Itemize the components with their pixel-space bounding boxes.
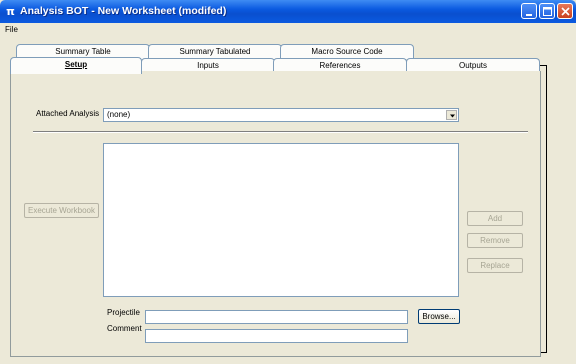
maximize-icon (543, 7, 552, 16)
chevron-down-icon (450, 114, 455, 118)
execute-workbook-button[interactable]: Execute Workbook (24, 203, 99, 218)
remove-button[interactable]: Remove (467, 233, 523, 248)
menu-file[interactable]: File (5, 23, 18, 37)
close-icon (561, 7, 570, 16)
minimize-icon (526, 14, 532, 16)
projectfile-label: Projectile (107, 308, 140, 317)
add-button[interactable]: Add (467, 211, 523, 226)
attached-analysis-select[interactable]: (none) (103, 108, 459, 122)
tab-setup[interactable]: Setup (10, 57, 142, 74)
tab-macro-source-code[interactable]: Macro Source Code (280, 44, 414, 59)
comment-input[interactable] (145, 329, 408, 343)
minimize-button[interactable] (521, 3, 537, 19)
menu-bar (0, 23, 576, 37)
replace-button[interactable]: Replace (467, 258, 523, 273)
maximize-button[interactable] (539, 3, 555, 19)
close-button[interactable] (557, 3, 573, 19)
separator (33, 131, 528, 133)
tab-summary-tabulated[interactable]: Summary Tabulated (148, 44, 282, 59)
window-title: Analysis BOT - New Worksheet (modifed) (20, 5, 227, 17)
comment-label: Comment (107, 324, 142, 333)
workbook-list[interactable] (103, 143, 459, 297)
browse-button[interactable]: Browse... (418, 309, 460, 324)
attached-analysis-label: Attached Analysis (36, 109, 100, 118)
tab-setup-label: Setup (64, 60, 88, 69)
dropdown-button[interactable] (446, 110, 457, 120)
app-icon[interactable]: π (4, 5, 17, 18)
projectfile-input[interactable] (145, 310, 408, 324)
attached-analysis-value: (none) (107, 110, 131, 119)
